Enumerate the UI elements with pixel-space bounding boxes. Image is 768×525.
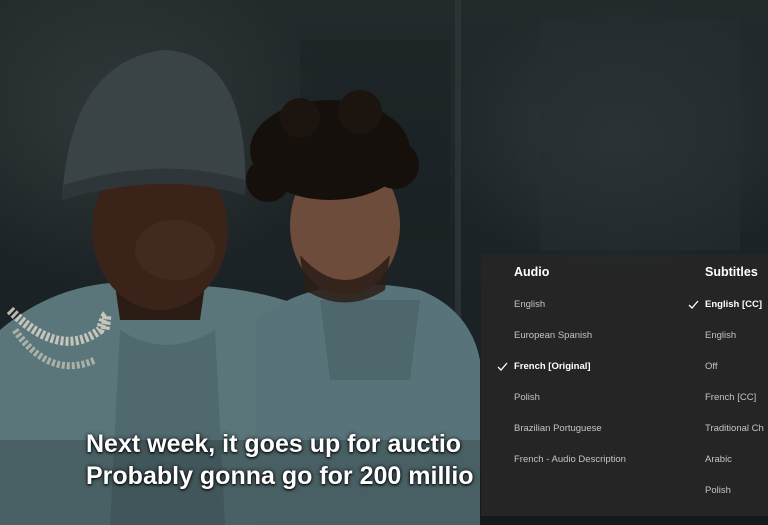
audio-option-polish[interactable]: Polish <box>481 391 677 422</box>
audio-options-list: English European Spanish French [Origina… <box>481 298 677 484</box>
audio-option-label: Polish <box>514 392 540 403</box>
subtitle-option-traditional-chinese[interactable]: Traditional Ch <box>677 422 768 453</box>
subtitle-line-1: Next week, it goes up for auctio <box>86 430 462 458</box>
audio-heading: Audio <box>514 265 550 279</box>
audio-option-french-original[interactable]: French [Original] <box>481 360 677 391</box>
subtitle-option-english-cc[interactable]: English [CC] <box>677 298 768 329</box>
audio-option-label: French - Audio Description <box>514 454 626 465</box>
audio-option-label: European Spanish <box>514 330 593 341</box>
subtitle-option-french-cc[interactable]: French [CC] <box>677 391 768 422</box>
audio-option-european-spanish[interactable]: European Spanish <box>481 329 677 360</box>
subtitle-line-2: Probably gonna go for 200 millio <box>86 462 474 490</box>
audio-option-label: French [Original] <box>514 361 591 372</box>
audio-subtitles-menu: Audio English European Spanish French [O… <box>481 254 768 516</box>
subtitle-caption: Next week, it goes up for auctio Probabl… <box>86 428 506 492</box>
audio-option-french-audio-description[interactable]: French - Audio Description <box>481 453 677 484</box>
audio-option-brazilian-portuguese[interactable]: Brazilian Portuguese <box>481 422 677 453</box>
subtitle-option-label: Arabic <box>705 454 732 465</box>
subtitle-option-polish[interactable]: Polish <box>677 484 768 515</box>
subtitle-option-label: Polish <box>705 485 731 496</box>
audio-option-english[interactable]: English <box>481 298 677 329</box>
subtitle-option-label: Traditional Ch <box>705 423 764 434</box>
subtitles-heading: Subtitles <box>705 265 758 279</box>
audio-option-label: English <box>514 299 546 310</box>
subtitle-option-label: English [CC] <box>705 299 762 310</box>
check-icon <box>688 300 699 309</box>
subtitle-option-arabic[interactable]: Arabic <box>677 453 768 484</box>
subtitle-option-label: Off <box>705 361 718 372</box>
subtitles-options-list: English [CC] English Off French [CC] Tra… <box>677 298 768 515</box>
subtitle-option-label: English <box>705 330 737 341</box>
audio-option-label: Brazilian Portuguese <box>514 423 602 434</box>
subtitle-option-label: French [CC] <box>705 392 757 403</box>
check-icon <box>497 362 508 371</box>
subtitle-option-english[interactable]: English <box>677 329 768 360</box>
subtitle-option-off[interactable]: Off <box>677 360 768 391</box>
